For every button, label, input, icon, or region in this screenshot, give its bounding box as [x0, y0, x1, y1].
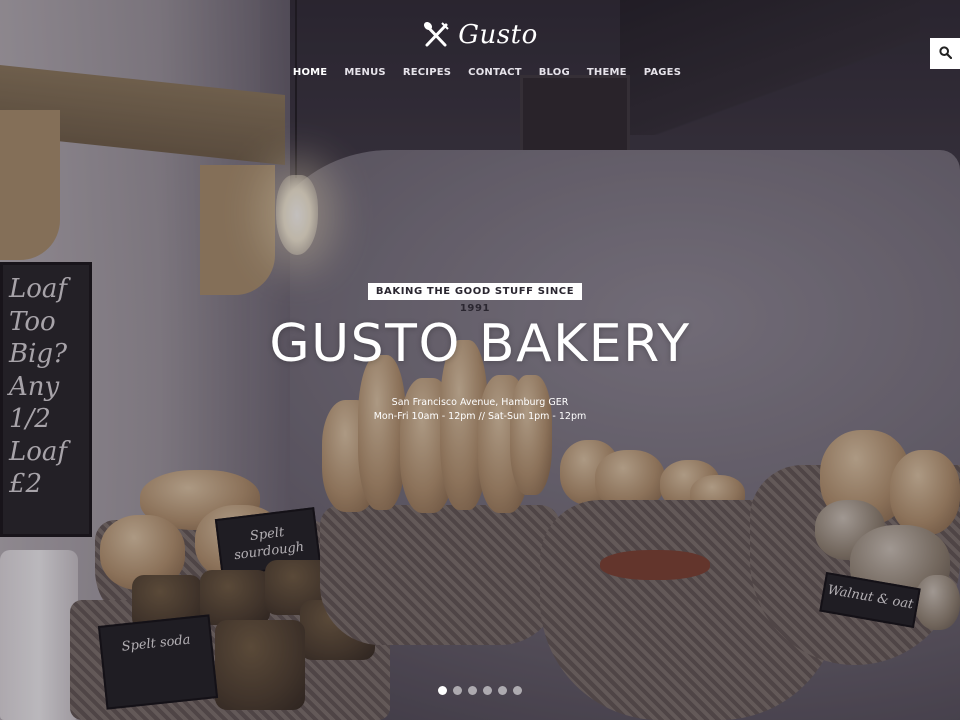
- nav-item-menus[interactable]: MENUS: [344, 67, 385, 78]
- nav-item-recipes[interactable]: RECIPES: [403, 67, 451, 78]
- site-logo[interactable]: Gusto: [0, 20, 960, 50]
- slider-pagination: [0, 686, 960, 695]
- slider-dot[interactable]: [438, 686, 447, 695]
- slider-dot[interactable]: [483, 686, 492, 695]
- nav-item-pages[interactable]: PAGES: [644, 67, 681, 78]
- hero-title: GUSTO BAKERY: [269, 314, 691, 374]
- nav-item-contact[interactable]: CONTACT: [468, 67, 522, 78]
- slider-dot[interactable]: [468, 686, 477, 695]
- hero-hours: Mon-Fri 10am - 12pm // Sat-Sun 1pm - 12p…: [373, 411, 587, 422]
- main-navigation: HOME MENUS RECIPES CONTACT BLOG THEME PA…: [0, 67, 960, 78]
- nav-item-home[interactable]: HOME: [293, 67, 327, 78]
- fork-spoon-icon: [422, 21, 450, 49]
- slider-dot[interactable]: [513, 686, 522, 695]
- hero-tagline: BAKING THE GOOD STUFF SINCE 1991: [368, 283, 582, 314]
- slider-dot[interactable]: [498, 686, 507, 695]
- nav-item-blog[interactable]: BLOG: [539, 67, 570, 78]
- search-icon: [938, 44, 952, 63]
- brand-name: Gusto: [458, 20, 538, 50]
- search-button[interactable]: [930, 38, 960, 69]
- nav-item-theme[interactable]: THEME: [587, 67, 627, 78]
- slider-dot[interactable]: [453, 686, 462, 695]
- hero-address: San Francisco Avenue, Hamburg GER: [391, 397, 569, 408]
